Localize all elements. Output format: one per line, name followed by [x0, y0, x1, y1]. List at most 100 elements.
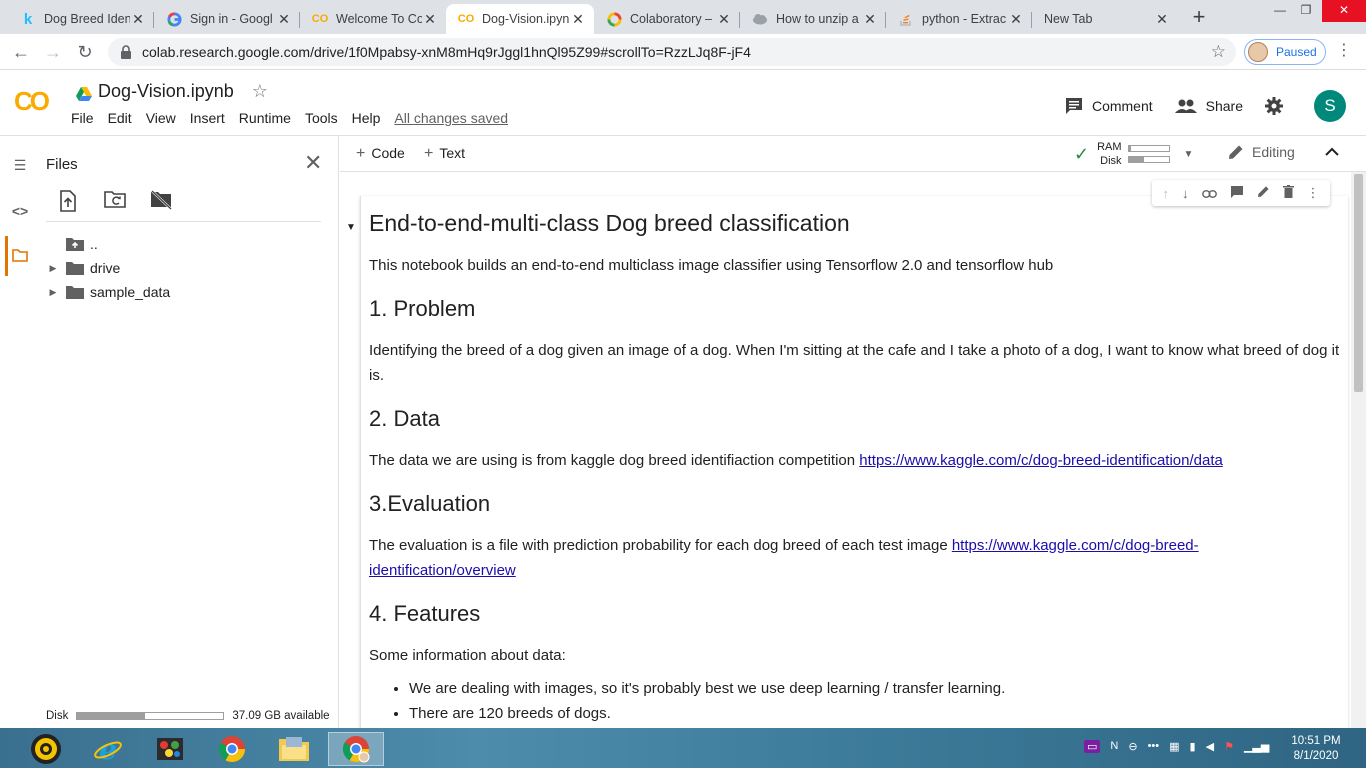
scrollbar-thumb[interactable] — [1354, 174, 1363, 392]
bookmark-star-icon[interactable]: ☆ — [1211, 42, 1226, 62]
collapse-header-icon[interactable] — [1325, 144, 1339, 160]
move-down-icon[interactable]: ↓ — [1182, 186, 1189, 201]
table-of-contents-icon[interactable]: ☰ — [11, 156, 29, 174]
chrome-active-window[interactable] — [328, 732, 384, 766]
menu-runtime[interactable]: Runtime — [239, 110, 291, 126]
chat-icon[interactable]: ▭ — [1084, 740, 1101, 753]
menu-tools[interactable]: Tools — [305, 110, 338, 126]
system-clock[interactable]: 10:51 PM 8/1/2020 — [1286, 734, 1346, 764]
file-explorer-icon[interactable] — [266, 732, 322, 766]
move-up-icon[interactable]: ↑ — [1163, 186, 1170, 201]
save-status[interactable]: All changes saved — [394, 110, 508, 126]
comment-button[interactable]: Comment — [1065, 97, 1153, 115]
browser-tab[interactable]: Colaboratory – ✕ — [594, 4, 740, 34]
data-text: The data we are using is from kaggle dog… — [369, 452, 860, 469]
star-icon[interactable]: ☆ — [252, 81, 268, 102]
browser-tab[interactable]: Sign in - Googl ✕ — [154, 4, 300, 34]
tree-item-label: drive — [90, 260, 121, 276]
close-tab-icon[interactable]: ✕ — [862, 11, 878, 28]
refresh-folder-icon[interactable] — [104, 190, 128, 214]
dropdown-arrow-icon[interactable]: ▼ — [1184, 149, 1194, 160]
back-arrow-icon[interactable]: ← — [10, 41, 32, 63]
device-icon[interactable]: ▮ — [1190, 740, 1196, 753]
dots-icon[interactable]: ••• — [1148, 740, 1160, 753]
forward-arrow-icon[interactable]: → — [42, 41, 64, 63]
gear-icon — [1265, 97, 1283, 115]
close-tab-icon[interactable]: ✕ — [570, 11, 586, 28]
unmount-drive-icon[interactable] — [150, 190, 174, 214]
reload-icon[interactable]: ↻ — [74, 41, 96, 63]
nvidia-icon[interactable]: N — [1110, 740, 1118, 753]
browser-tab[interactable]: How to unzip a ✕ — [740, 4, 886, 34]
more-options-icon[interactable]: ⋮ — [1307, 185, 1320, 201]
notebook-scrollbar[interactable] — [1351, 172, 1366, 728]
window-close-button[interactable]: ✕ — [1322, 0, 1366, 22]
menu-edit[interactable]: Edit — [108, 110, 132, 126]
add-code-button[interactable]: + Code — [356, 145, 405, 163]
system-tray: ▭ N ⊖ ••• ▦ ▮ ◀ ⚑ ▁▃▅ — [1084, 740, 1269, 753]
menu-view[interactable]: View — [146, 110, 176, 126]
profile-status: Paused — [1276, 45, 1317, 59]
tab-title: How to unzip a — [776, 12, 859, 26]
speaker-icon[interactable]: ◀ — [1206, 740, 1214, 753]
paint-app-icon[interactable] — [142, 732, 198, 766]
minimize-button[interactable]: — — [1266, 0, 1294, 22]
resource-monitor[interactable]: ✓ RAM Disk ▼ — [1074, 140, 1193, 168]
expand-caret-icon[interactable]: ▶ — [46, 263, 60, 274]
evaluation-text: The evaluation is a file with prediction… — [369, 537, 952, 554]
add-text-label: Text — [439, 145, 466, 161]
minus-circle-icon[interactable]: ⊖ — [1128, 740, 1137, 753]
internet-explorer-icon[interactable]: e — [80, 732, 136, 766]
close-tab-icon[interactable]: ✕ — [1154, 11, 1170, 28]
menu-help[interactable]: Help — [352, 110, 381, 126]
profile-button[interactable]: Paused — [1244, 39, 1326, 65]
restore-button[interactable]: ❐ — [1292, 0, 1320, 22]
menu-insert[interactable]: Insert — [190, 110, 225, 126]
close-tab-icon[interactable]: ✕ — [130, 11, 146, 28]
close-tab-icon[interactable]: ✕ — [422, 11, 438, 28]
browser-menu-icon[interactable]: ⋮ — [1336, 42, 1352, 60]
close-tab-icon[interactable]: ✕ — [716, 11, 732, 28]
code-snippets-icon[interactable]: <> — [11, 202, 29, 220]
browser-tab[interactable]: CO Welcome To Co ✕ — [300, 4, 446, 34]
profile-avatar — [1248, 42, 1268, 62]
close-panel-icon[interactable]: ✕ — [304, 150, 322, 176]
notebook-title[interactable]: Dog-Vision.ipynb — [98, 81, 234, 102]
comment-icon[interactable] — [1230, 185, 1244, 202]
menu-file[interactable]: File — [71, 110, 94, 126]
files-folder-icon[interactable] — [11, 248, 29, 266]
kaggle-data-link[interactable]: https://www.kaggle.com/c/dog-breed-ident… — [859, 452, 1223, 469]
kaggle-icon: k — [23, 10, 33, 28]
browser-tab[interactable]: python - Extrac ✕ — [886, 4, 1032, 34]
start-button[interactable] — [18, 732, 74, 766]
cloud-icon — [752, 11, 768, 27]
account-avatar[interactable]: S — [1314, 90, 1346, 122]
tree-item-sample-data[interactable]: ▶ sample_data — [46, 280, 171, 304]
delete-trash-icon[interactable] — [1282, 185, 1294, 201]
keyboard-icon[interactable]: ▦ — [1169, 740, 1179, 753]
browser-tab-active[interactable]: CO Dog-Vision.ipyn ✕ — [446, 4, 594, 34]
section-collapse-caret-icon[interactable]: ▼ — [346, 222, 356, 233]
edit-pencil-icon[interactable] — [1257, 185, 1270, 201]
editing-mode-button[interactable]: Editing — [1228, 144, 1295, 160]
link-icon[interactable] — [1201, 186, 1217, 201]
share-button[interactable]: Share — [1174, 98, 1243, 114]
header-actions: Comment Share S — [1043, 90, 1346, 122]
chrome-icon[interactable] — [204, 732, 260, 766]
tree-item-drive[interactable]: ▶ drive — [46, 256, 170, 280]
flag-icon[interactable]: ⚑ — [1224, 740, 1234, 753]
close-tab-icon[interactable]: ✕ — [276, 11, 292, 28]
expand-caret-icon[interactable]: ▶ — [46, 287, 60, 298]
new-tab-button[interactable]: + — [1188, 6, 1210, 28]
browser-tab[interactable]: k Dog Breed Iden ✕ — [8, 4, 154, 34]
colab-logo[interactable]: CO — [14, 88, 56, 114]
signal-icon[interactable]: ▁▃▅ — [1244, 740, 1269, 753]
address-bar[interactable]: colab.research.google.com/drive/1f0Mpabs… — [108, 38, 1236, 66]
close-tab-icon[interactable]: ✕ — [1008, 11, 1024, 28]
add-text-button[interactable]: + Text — [424, 145, 465, 163]
tree-item-parent[interactable]: .. — [46, 232, 170, 256]
browser-tab[interactable]: New Tab ✕ — [1032, 4, 1178, 34]
settings-button[interactable] — [1265, 97, 1292, 115]
tab-title: Sign in - Googl — [190, 12, 273, 26]
upload-file-icon[interactable] — [58, 190, 82, 214]
